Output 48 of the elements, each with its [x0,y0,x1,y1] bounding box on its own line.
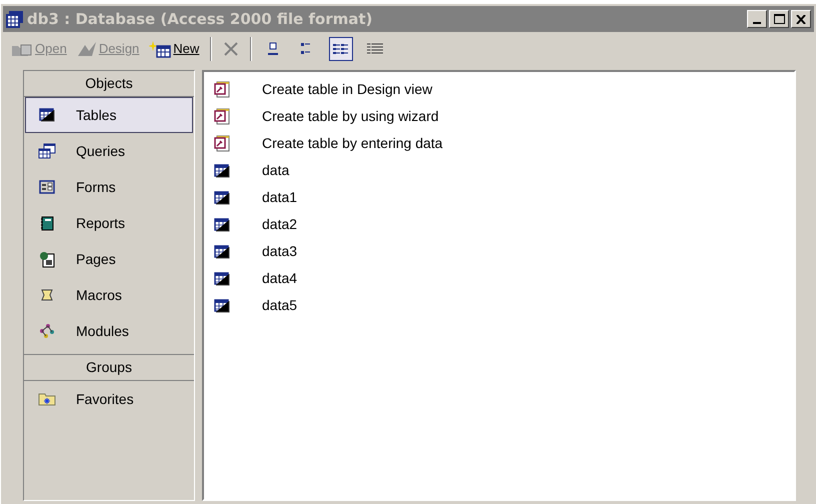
report-icon [40,216,54,230]
list-icon [332,42,350,56]
window-title: db3 : Database (Access 2000 file format) [27,8,373,30]
new-button[interactable]: New [147,36,202,62]
list-item[interactable]: data4 [262,268,298,289]
maximize-icon [774,14,784,24]
table-icon [214,190,230,204]
object-type-item[interactable]: Macros [25,277,193,313]
shortcut-icon [214,81,230,98]
minimize-icon [753,22,761,24]
list-item[interactable]: Create table by using wizard [262,106,439,127]
details-icon [366,42,384,56]
close-icon [796,14,806,24]
new-table-icon [149,40,172,58]
maximize-button[interactable] [769,10,789,28]
table-icon [214,218,230,232]
query-icon [38,143,56,159]
list-item[interactable]: Create table in Design view [262,79,432,100]
folder-icon [38,392,56,406]
list-item[interactable]: data2 [262,214,298,235]
object-type-item[interactable]: Reports [25,205,193,241]
object-type-item[interactable]: Tables [25,97,193,133]
list-item[interactable]: Create table by entering data [262,133,443,154]
shortcut-icon [214,108,230,125]
table-icon [214,244,230,258]
table-icon [214,164,230,178]
object-type-item[interactable]: Pages [25,241,193,277]
shortcut-icon [214,135,230,152]
large-icons-icon [266,42,280,56]
form-icon [39,180,55,194]
table-icon [214,298,230,312]
object-type-item[interactable]: Modules [25,313,193,349]
delete-icon [223,42,240,56]
table-icon [214,272,230,286]
page-icon [39,250,55,268]
list-item[interactable]: data [262,160,290,181]
list-item[interactable]: data1 [262,187,298,208]
table-icon [39,108,55,122]
module-icon [38,323,56,339]
database-window-icon [6,10,24,28]
list-item[interactable]: data3 [262,241,298,262]
object-type-item[interactable]: Queries [25,133,193,169]
list-view-button[interactable] [329,37,354,61]
object-type-item[interactable]: Forms [25,169,193,205]
close-button[interactable] [791,10,811,28]
minimize-button[interactable] [747,10,767,28]
object-type-item[interactable]: Favorites [25,381,193,417]
list-item[interactable]: data5 [262,295,298,316]
